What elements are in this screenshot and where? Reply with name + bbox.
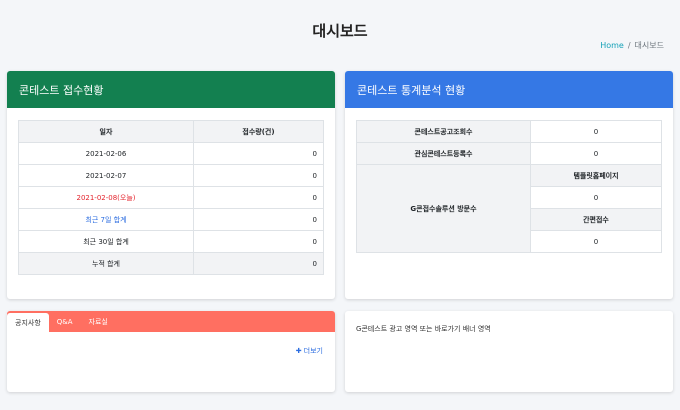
breadcrumb-separator: /: [627, 41, 631, 50]
contest-receipt-header: 콘테스트 접수현황: [7, 71, 335, 108]
visitor-sub-value: 0: [530, 186, 662, 209]
row-value: 0: [193, 230, 324, 253]
breadcrumb-current: 대시보드: [634, 41, 664, 50]
tab-notice[interactable]: 공지사항: [7, 313, 49, 332]
row-label: 최근 30일 합계: [18, 230, 194, 253]
table-row: G콘접수솔루션 방문수 템플릿홈페이지: [356, 164, 662, 253]
table-row: 2021-02-08(오늘) 0: [18, 186, 324, 209]
table-row: 최근 30일 합계 0: [18, 230, 324, 253]
stat-label: 관심콘테스트등록수: [356, 142, 531, 165]
banner-card[interactable]: G콘테스트 광고 영역 또는 바로가기 배너 영역: [345, 311, 673, 392]
contest-stats-header: 콘테스트 통계분석 현황: [345, 71, 673, 108]
row-label-7day: 최근 7일 합계: [18, 208, 194, 231]
visitor-sub-value: 0: [530, 230, 662, 253]
notice-card: 공지사항 Q&A 자료실 ✚ 더보기: [7, 311, 335, 392]
column-header-date: 일자: [18, 120, 194, 143]
table-row: 관심콘테스트등록수 0: [356, 142, 662, 165]
breadcrumb-home-link[interactable]: Home: [600, 41, 624, 50]
banner-text: G콘테스트 광고 영역 또는 바로가기 배너 영역: [356, 325, 491, 333]
more-label: 더보기: [303, 347, 323, 355]
breadcrumb: Home / 대시보드: [600, 40, 664, 51]
table-row: 누적 합계 0: [18, 252, 324, 275]
table-row: 2021-02-07 0: [18, 164, 324, 187]
table-row: 최근 7일 합계 0: [18, 208, 324, 231]
row-label-today: 2021-02-08(오늘): [18, 186, 194, 209]
table-header-row: 일자 접수량(건): [18, 120, 324, 143]
contest-stats-table: 콘테스트공고조회수 0 관심콘테스트등록수 0 G콘접수솔루션 방문수 템플릿홈…: [356, 120, 662, 253]
column-header-count: 접수량(건): [193, 120, 324, 143]
contest-stats-card: 콘테스트 통계분석 현황 콘테스트공고조회수 0 관심콘테스트등록수 0 G콘접…: [345, 71, 673, 299]
stat-label: 콘테스트공고조회수: [356, 120, 531, 143]
page-title: 대시보드: [312, 22, 368, 40]
plus-icon: ✚: [295, 347, 302, 355]
contest-receipt-table: 일자 접수량(건) 2021-02-06 0 2021-02-07 0 2021…: [18, 120, 324, 275]
notice-tabs: 공지사항 Q&A 자료실: [7, 311, 335, 332]
row-label-total: 누적 합계: [18, 252, 194, 275]
visitor-label: G콘접수솔루션 방문수: [356, 164, 531, 253]
row-value: 0: [193, 164, 324, 187]
stat-value: 0: [530, 142, 662, 165]
contest-receipt-card: 콘테스트 접수현황 일자 접수량(건) 2021-02-06 0 2021-02…: [7, 71, 335, 299]
tab-qna[interactable]: Q&A: [49, 311, 81, 332]
more-link[interactable]: ✚ 더보기: [296, 346, 323, 356]
row-label: 2021-02-07: [18, 164, 194, 187]
visitor-sub-label: 간편접수: [530, 208, 662, 231]
row-value: 0: [193, 208, 324, 231]
stat-value: 0: [530, 120, 662, 143]
tab-archive[interactable]: 자료실: [81, 311, 116, 332]
row-value: 0: [193, 186, 324, 209]
row-label: 2021-02-06: [18, 142, 194, 165]
row-value: 0: [193, 252, 324, 275]
table-row: 콘테스트공고조회수 0: [356, 120, 662, 143]
table-row: 2021-02-06 0: [18, 142, 324, 165]
visitor-sub-label: 템플릿홈페이지: [530, 164, 662, 187]
row-value: 0: [193, 142, 324, 165]
